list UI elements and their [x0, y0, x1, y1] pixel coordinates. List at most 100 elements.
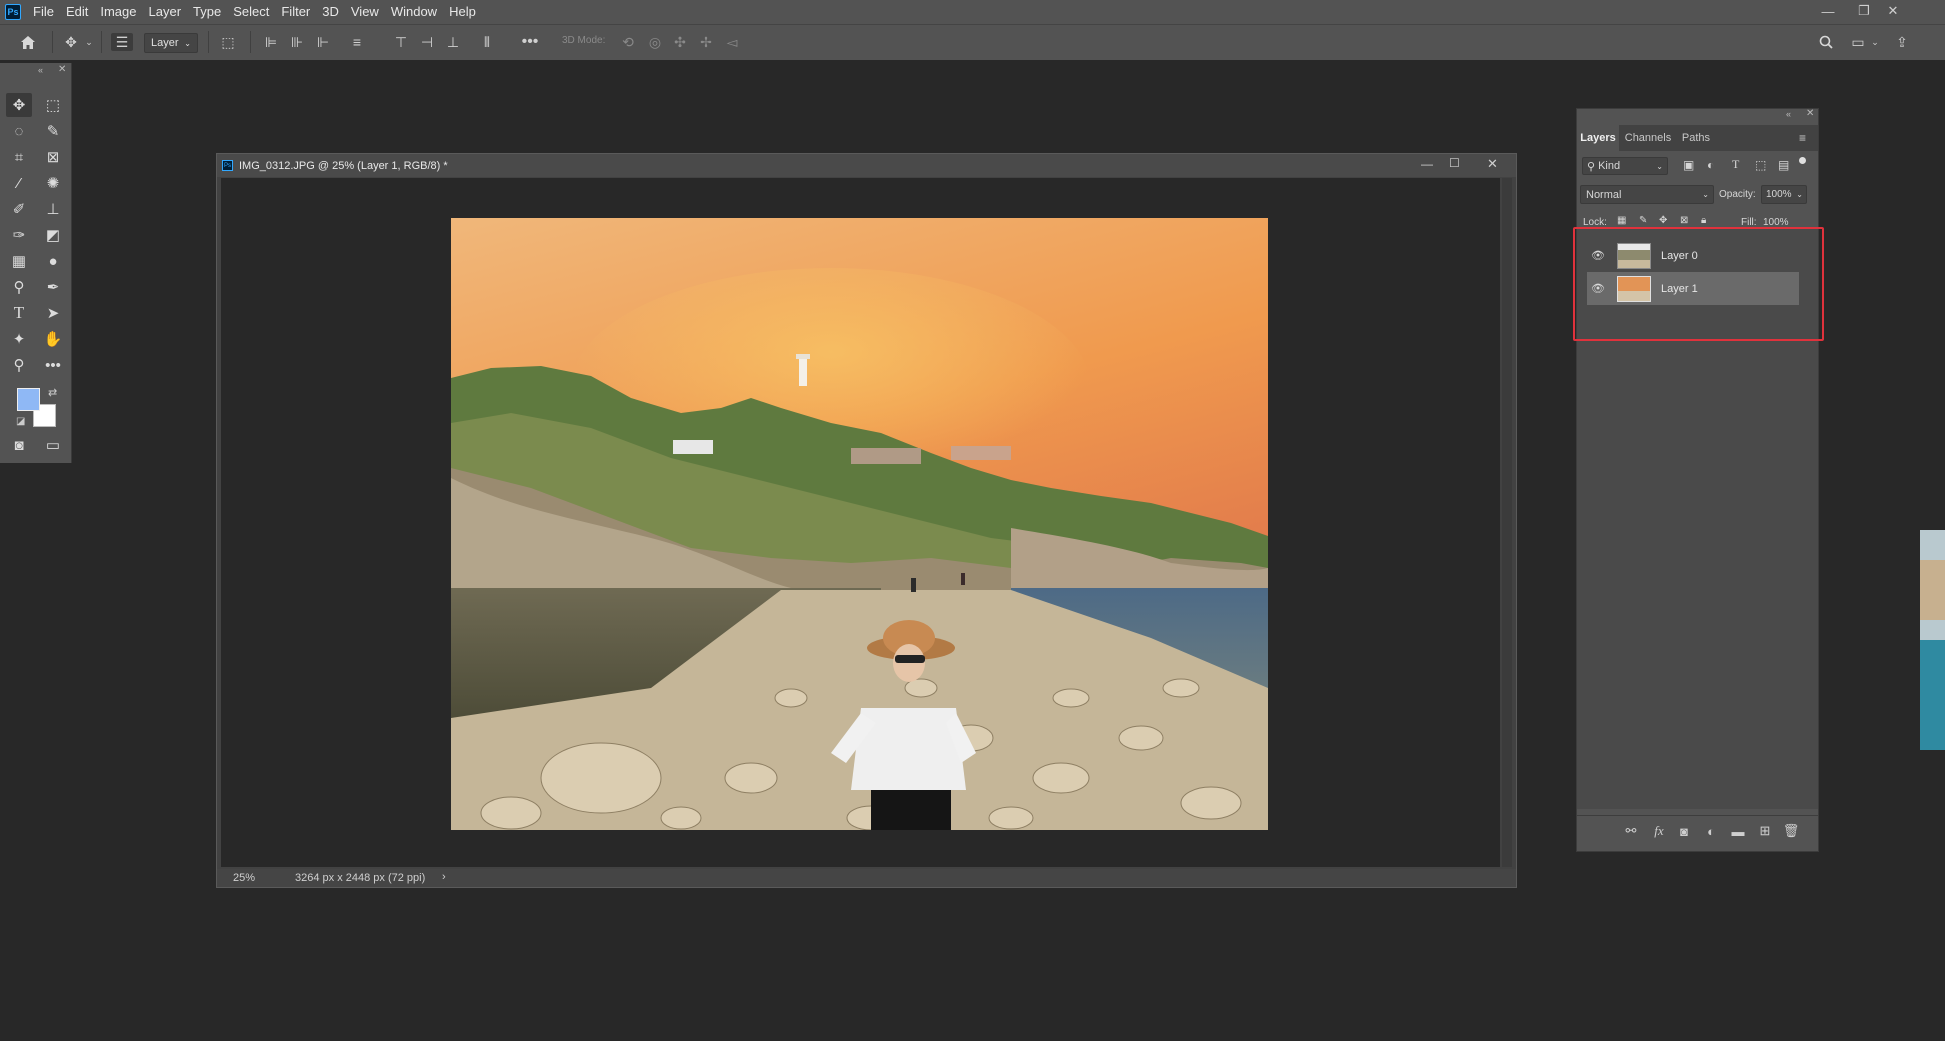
lock-position-icon[interactable]: ✥ [1659, 215, 1667, 226]
filter-type-icon[interactable]: T [1732, 157, 1739, 172]
image-canvas[interactable] [451, 218, 1268, 830]
more-options-icon[interactable]: ••• [520, 33, 540, 51]
eraser-tool-icon[interactable]: ◩ [40, 223, 66, 247]
dodge-tool-icon[interactable]: ⚲ [6, 275, 32, 299]
home-icon[interactable] [18, 33, 38, 51]
adjustment-layer-icon[interactable]: ◐ [1701, 822, 1721, 840]
align-right-icon[interactable]: ⊩ [314, 33, 332, 51]
share-icon[interactable]: ⇪ [1892, 33, 1912, 51]
chevron-right-icon[interactable]: › [442, 871, 446, 883]
filter-pixel-icon[interactable]: ▣ [1683, 158, 1694, 172]
clone-stamp-tool-icon[interactable]: ⊥ [40, 197, 66, 221]
auto-select-target-dropdown[interactable]: Layer ⌄ [144, 33, 198, 53]
align-center-icon[interactable]: ⊪ [288, 33, 306, 51]
slide-3d-icon[interactable]: ✢ [696, 33, 716, 51]
hand-tool-icon[interactable]: ✋ [40, 327, 66, 351]
doc-close-button[interactable]: ✕ [1487, 156, 1498, 172]
menu-file[interactable]: File [27, 0, 60, 24]
quick-mask-icon[interactable]: ◙ [6, 433, 32, 457]
swap-colors-icon[interactable]: ⇄ [48, 386, 57, 399]
minimize-button[interactable]: — [1812, 0, 1844, 22]
align-top-icon[interactable]: ⊤ [392, 33, 410, 51]
move-tool-icon[interactable]: ✥ [6, 93, 32, 117]
menu-image[interactable]: Image [94, 0, 142, 24]
zoom-tool-icon[interactable]: ⚲ [6, 353, 32, 377]
menu-select[interactable]: Select [227, 0, 275, 24]
history-brush-tool-icon[interactable]: ✑ [6, 223, 32, 247]
tab-channels[interactable]: Channels [1623, 125, 1673, 151]
lock-all-icon[interactable]: 🔒︎ [1701, 215, 1706, 226]
delete-layer-icon[interactable]: 🗑︎ [1781, 822, 1801, 840]
chevron-down-icon[interactable]: ⌄ [84, 33, 94, 51]
new-layer-icon[interactable]: ⊞ [1755, 822, 1775, 840]
type-tool-icon[interactable]: T [6, 301, 32, 325]
photoshop-logo-icon[interactable]: Ps [5, 4, 21, 20]
align-middle-icon[interactable]: ⊣ [418, 33, 436, 51]
align-bottom-icon[interactable]: ⊥ [444, 33, 462, 51]
spot-healing-tool-icon[interactable]: ✺ [40, 171, 66, 195]
menu-help[interactable]: Help [443, 0, 482, 24]
vertical-scrollbar[interactable] [1502, 178, 1512, 867]
link-layers-icon[interactable]: ⚯ [1621, 822, 1641, 840]
distribute-vertical-icon[interactable]: ≡ [348, 33, 366, 51]
restore-button[interactable]: ❐ [1848, 0, 1880, 22]
lock-transparent-icon[interactable]: ▦ [1617, 215, 1626, 226]
brush-tool-icon[interactable]: ✐ [6, 197, 32, 221]
menu-view[interactable]: View [345, 0, 385, 24]
distribute-horizontal-icon[interactable]: ⦀ [478, 33, 496, 51]
menu-layer[interactable]: Layer [143, 0, 188, 24]
custom-shape-tool-icon[interactable]: ✦ [6, 327, 32, 351]
menu-edit[interactable]: Edit [60, 0, 94, 24]
edit-toolbar-icon[interactable]: ••• [40, 353, 66, 377]
search-icon[interactable] [1816, 33, 1836, 51]
move-tool-preset-icon[interactable]: ✥ [60, 33, 82, 51]
transform-controls-icon[interactable]: ⬚ [218, 33, 238, 51]
panel-menu-icon[interactable]: ≡ [1799, 131, 1806, 145]
opacity-field[interactable]: 100% ⌄ [1761, 185, 1807, 204]
filter-adjustment-icon[interactable]: ◐ [1707, 158, 1714, 172]
lock-artboard-icon[interactable]: ⊠ [1680, 215, 1688, 226]
gradient-tool-icon[interactable]: ▦ [6, 249, 32, 273]
default-colors-icon[interactable]: ◪ [16, 416, 25, 427]
filter-toggle-icon[interactable] [1799, 157, 1806, 164]
pen-tool-icon[interactable]: ✒ [40, 275, 66, 299]
lasso-tool-icon[interactable]: ◌ [6, 119, 32, 143]
close-app-button[interactable]: ✕ [1877, 0, 1909, 22]
blur-tool-icon[interactable]: ● [40, 249, 66, 273]
screen-mode-icon[interactable]: ▭ [40, 433, 66, 457]
rectangular-marquee-tool-icon[interactable]: ⬚ [40, 93, 66, 117]
foreground-color-swatch[interactable] [17, 388, 40, 411]
filter-shape-icon[interactable]: ⬚ [1755, 158, 1766, 172]
orbit-3d-icon[interactable]: ⟲ [618, 33, 638, 51]
pan-3d-icon[interactable]: ✣ [670, 33, 690, 51]
chevron-down-icon[interactable]: ⌄ [1870, 33, 1880, 51]
collapse-panel-icon[interactable]: « [38, 65, 43, 75]
menu-filter[interactable]: Filter [275, 0, 316, 24]
filter-kind-dropdown[interactable]: ⚲ Kind ⌄ [1582, 157, 1668, 175]
workspace-icon[interactable]: ▭ [1848, 33, 1868, 51]
eyedropper-tool-icon[interactable]: ⁄ [6, 171, 32, 195]
quick-selection-tool-icon[interactable]: ✎ [40, 119, 66, 143]
tab-paths[interactable]: Paths [1677, 125, 1715, 151]
blend-mode-dropdown[interactable]: Normal ⌄ [1580, 185, 1714, 204]
auto-select-icon[interactable]: ☰ [111, 33, 133, 51]
align-left-icon[interactable]: ⊫ [262, 33, 280, 51]
doc-maximize-button[interactable]: ☐ [1449, 156, 1460, 170]
add-mask-icon[interactable]: ◙ [1674, 822, 1694, 840]
menu-3d[interactable]: 3D [316, 0, 345, 24]
collapse-panel-icon[interactable]: « [1786, 109, 1791, 119]
close-panel-icon[interactable]: ✕ [58, 64, 66, 75]
menu-window[interactable]: Window [385, 0, 443, 24]
roll-3d-icon[interactable]: ◎ [645, 33, 665, 51]
layer-style-fx-icon[interactable]: fx [1649, 822, 1669, 840]
path-selection-tool-icon[interactable]: ➤ [40, 301, 66, 325]
menu-type[interactable]: Type [187, 0, 227, 24]
close-panel-icon[interactable]: ✕ [1806, 108, 1814, 119]
filter-smart-object-icon[interactable]: ▤ [1778, 158, 1789, 172]
lock-pixels-icon[interactable]: ✎ [1639, 215, 1647, 226]
tab-layers[interactable]: Layers [1577, 125, 1619, 151]
doc-minimize-button[interactable]: — [1421, 157, 1433, 171]
new-group-icon[interactable]: ▬ [1728, 822, 1748, 840]
scale-3d-icon[interactable]: ◅ [722, 33, 742, 51]
frame-tool-icon[interactable]: ⊠ [40, 145, 66, 169]
